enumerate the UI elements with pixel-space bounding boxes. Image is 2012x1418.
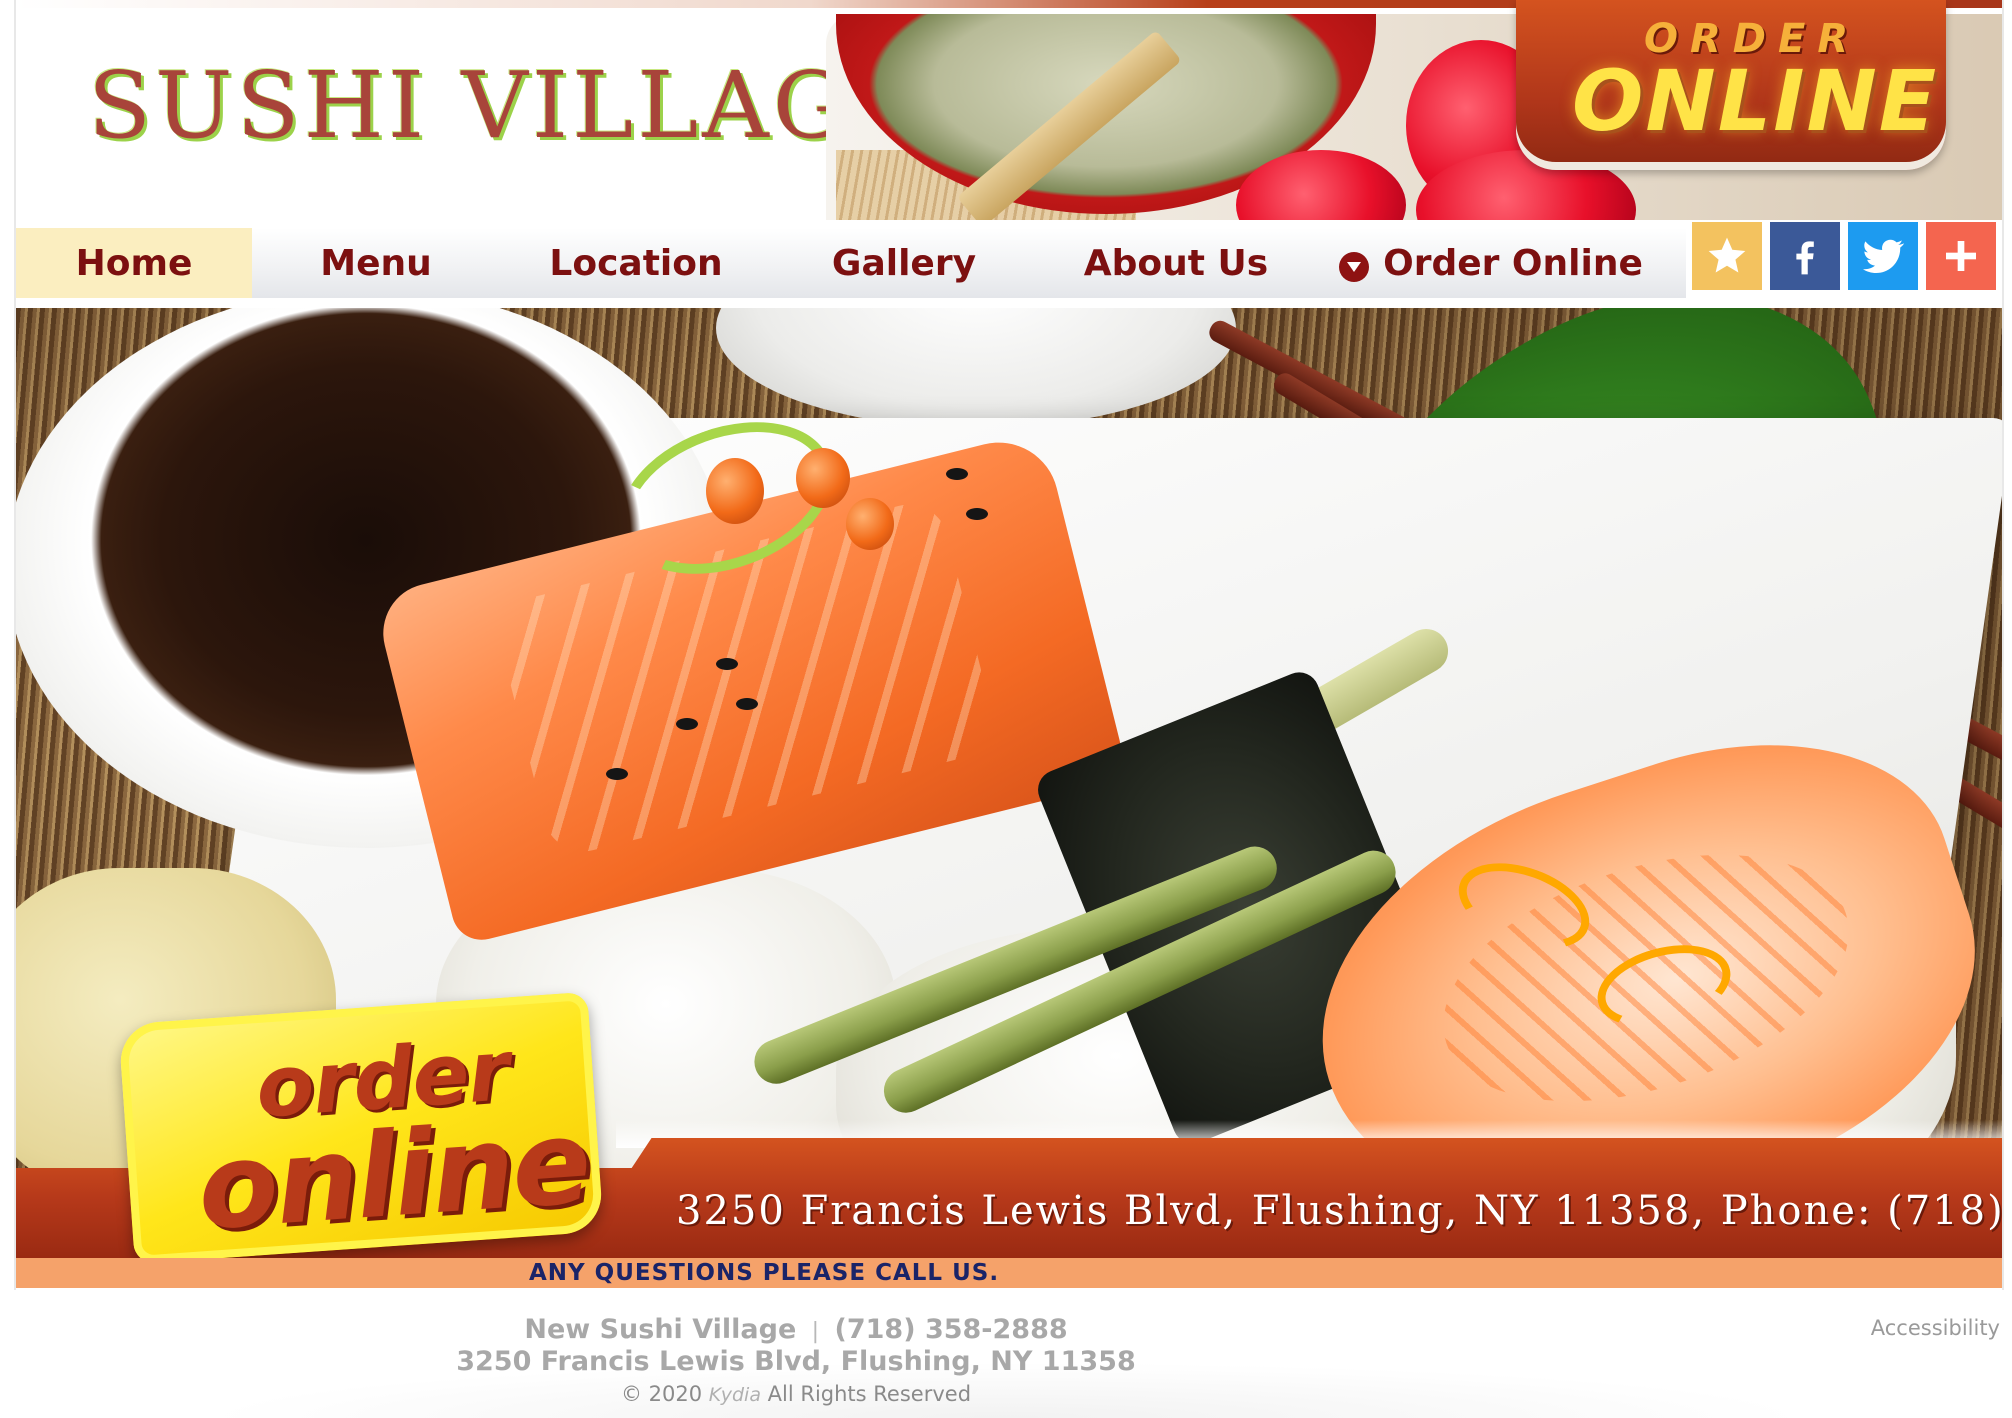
nav-item-menu[interactable]: Menu — [266, 228, 486, 298]
plus-icon — [1946, 241, 1976, 271]
hero-banner[interactable]: 3250 Francis Lewis Blvd, Flushing, NY 11… — [16, 308, 2002, 1258]
nav-item-home[interactable]: Home — [16, 228, 252, 298]
nav-item-label: About Us — [1083, 242, 1269, 284]
sesame-seed — [716, 658, 738, 670]
nav-item-about-us[interactable]: About Us — [1056, 228, 1296, 298]
nav-item-gallery[interactable]: Gallery — [784, 228, 1024, 298]
nav-item-label: Menu — [320, 242, 432, 284]
hero-address: 3250 Francis Lewis Blvd, Flushing, NY 11… — [676, 1188, 2002, 1234]
questions-bar: ANY QUESTIONS PLEASE CALL US. — [16, 1258, 2002, 1288]
sesame-seed — [736, 698, 758, 710]
page-frame: SUSHI VILLAGE ORDER ONLINE Home Menu Loc… — [14, 0, 2004, 1290]
sesame-seed — [606, 768, 628, 780]
facebook-button[interactable] — [1770, 222, 1840, 290]
favorite-button[interactable] — [1692, 222, 1762, 290]
main-nav: Home Menu Location Gallery About Us Orde… — [16, 228, 1686, 298]
sesame-seed — [676, 718, 698, 730]
copyright-rights: All Rights Reserved — [767, 1382, 972, 1406]
nav-item-order-online[interactable]: Order Online — [1326, 228, 1656, 298]
sticker-online-text[interactable]: online — [194, 1095, 594, 1257]
footer-contact: New Sushi Village | (718) 358-2888 — [0, 1314, 1802, 1345]
salmon-roe — [796, 448, 850, 508]
footer-restaurant-name: New Sushi Village — [524, 1314, 797, 1345]
copyright-year: © 2020 — [620, 1382, 703, 1406]
salmon-roe — [846, 498, 894, 550]
site-footer: New Sushi Village | (718) 358-2888 3250 … — [0, 1292, 2012, 1418]
footer-address: 3250 Francis Lewis Blvd, Flushing, NY 11… — [456, 1346, 1136, 1377]
facebook-icon — [1796, 241, 1814, 275]
footer-phone[interactable]: (718) 358-2888 — [835, 1314, 1068, 1345]
builder-link[interactable]: Kydia — [709, 1384, 761, 1406]
nav-item-label: Order Online — [1383, 242, 1643, 284]
nav-item-label: Gallery — [831, 242, 977, 284]
sesame-seed — [966, 508, 988, 520]
twitter-icon — [1863, 239, 1905, 273]
nav-item-location[interactable]: Location — [516, 228, 756, 298]
sesame-seed — [946, 468, 968, 480]
accessibility-link[interactable]: Accessibility — [1871, 1316, 2000, 1340]
order-arrow-icon — [1339, 252, 1370, 282]
nav-item-label: Home — [75, 242, 193, 284]
salmon-roe — [706, 458, 764, 524]
share-button[interactable] — [1926, 222, 1996, 290]
questions-text: ANY QUESTIONS PLEASE CALL US. — [528, 1260, 1000, 1286]
twitter-button[interactable] — [1848, 222, 1918, 290]
order-badge-main-text[interactable]: ONLINE — [1572, 52, 1938, 150]
footer-separator: | — [811, 1319, 820, 1344]
site-logo[interactable]: SUSHI VILLAGE — [88, 60, 921, 152]
site-header: SUSHI VILLAGE ORDER ONLINE — [16, 0, 2002, 220]
footer-copyright: © 2020 Kydia All Rights Reserved — [0, 1382, 1802, 1406]
nav-item-label: Location — [549, 242, 723, 284]
star-icon — [1708, 237, 1746, 273]
